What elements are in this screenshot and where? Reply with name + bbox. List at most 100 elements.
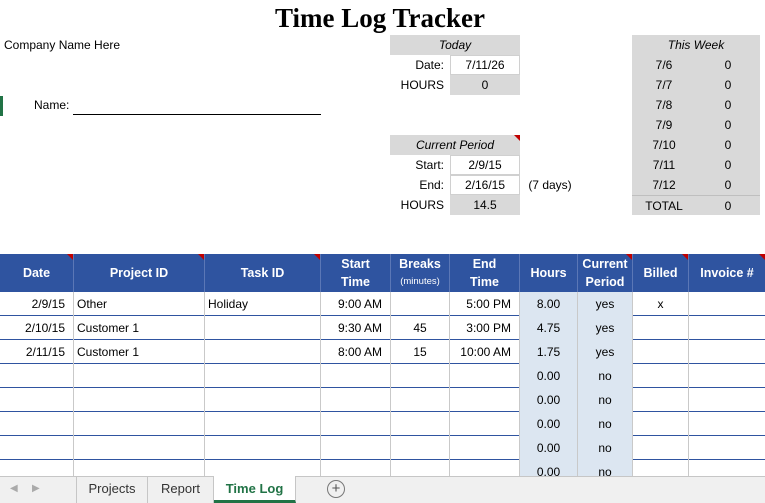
cell-task[interactable]: Holiday <box>205 292 321 316</box>
cell-end[interactable] <box>450 412 520 436</box>
col-header-end-time[interactable]: End Time <box>450 254 520 292</box>
cell-project[interactable] <box>74 388 205 412</box>
cell-current-period[interactable]: no <box>578 412 633 436</box>
cell-hours[interactable]: 0.00 <box>520 412 578 436</box>
cell-breaks[interactable]: 45 <box>391 316 450 340</box>
cell-task[interactable] <box>205 364 321 388</box>
comment-indicator-icon[interactable] <box>67 254 73 260</box>
period-hours-value[interactable]: 14.5 <box>450 195 520 215</box>
cell-start[interactable] <box>321 436 391 460</box>
cell-start[interactable]: 9:00 AM <box>321 292 391 316</box>
period-start-value[interactable]: 2/9/15 <box>450 155 520 175</box>
period-end-value[interactable]: 2/16/15 <box>450 175 520 195</box>
cell-hours[interactable]: 0.00 <box>520 436 578 460</box>
cell-end[interactable]: 3:00 PM <box>450 316 520 340</box>
cell-end[interactable] <box>450 388 520 412</box>
cell-billed[interactable] <box>633 316 689 340</box>
week-row[interactable]: 7/7 0 <box>632 75 760 95</box>
week-row[interactable]: 7/8 0 <box>632 95 760 115</box>
cell-project[interactable]: Customer 1 <box>74 316 205 340</box>
week-row[interactable]: 7/12 0 <box>632 175 760 195</box>
cell-invoice[interactable] <box>689 436 765 460</box>
cell-hours[interactable]: 4.75 <box>520 316 578 340</box>
comment-indicator-icon[interactable] <box>626 254 632 260</box>
week-total-row[interactable]: TOTAL 0 <box>632 195 760 215</box>
col-header-breaks[interactable]: Breaks (minutes) <box>391 254 450 292</box>
cell-invoice[interactable] <box>689 292 765 316</box>
cell-start[interactable] <box>321 412 391 436</box>
col-header-hours[interactable]: Hours <box>520 254 578 292</box>
col-header-current-period[interactable]: Current Period <box>578 254 633 292</box>
cell-project[interactable] <box>74 436 205 460</box>
cell-task[interactable] <box>205 388 321 412</box>
cell-invoice[interactable] <box>689 388 765 412</box>
cell-task[interactable] <box>205 340 321 364</box>
cell-date[interactable]: 2/10/15 <box>0 316 74 340</box>
cell-breaks[interactable] <box>391 364 450 388</box>
cell-current-period[interactable]: no <box>578 388 633 412</box>
cell-task[interactable] <box>205 412 321 436</box>
cell-project[interactable] <box>74 412 205 436</box>
today-hours-value[interactable]: 0 <box>450 75 520 95</box>
col-header-start-time[interactable]: Start Time <box>321 254 391 292</box>
week-row[interactable]: 7/10 0 <box>632 135 760 155</box>
cell-end[interactable] <box>450 364 520 388</box>
cell-invoice[interactable] <box>689 364 765 388</box>
cell-project[interactable]: Other <box>74 292 205 316</box>
cell-breaks[interactable] <box>391 436 450 460</box>
cell-breaks[interactable] <box>391 292 450 316</box>
col-header-invoice[interactable]: Invoice # <box>689 254 765 292</box>
cell-end[interactable]: 10:00 AM <box>450 340 520 364</box>
cell-current-period[interactable]: no <box>578 364 633 388</box>
tab-projects[interactable]: Projects <box>76 476 148 503</box>
col-header-billed[interactable]: Billed <box>633 254 689 292</box>
comment-indicator-icon[interactable] <box>759 254 765 260</box>
cell-breaks[interactable] <box>391 388 450 412</box>
cell-date[interactable] <box>0 388 74 412</box>
cell-date[interactable] <box>0 412 74 436</box>
cell-task[interactable] <box>205 436 321 460</box>
cell-breaks[interactable]: 15 <box>391 340 450 364</box>
cell-project[interactable] <box>74 364 205 388</box>
cell-date[interactable]: 2/11/15 <box>0 340 74 364</box>
cell-hours[interactable]: 0.00 <box>520 364 578 388</box>
cell-start[interactable] <box>321 388 391 412</box>
cell-invoice[interactable] <box>689 340 765 364</box>
scroll-right-icon[interactable]: ▶ <box>32 483 40 494</box>
cell-current-period[interactable]: yes <box>578 316 633 340</box>
cell-date[interactable] <box>0 364 74 388</box>
comment-indicator-icon[interactable] <box>314 254 320 260</box>
cell-task[interactable] <box>205 316 321 340</box>
cell-hours[interactable]: 0.00 <box>520 388 578 412</box>
cell-start[interactable]: 9:30 AM <box>321 316 391 340</box>
cell-billed[interactable] <box>633 340 689 364</box>
cell-billed[interactable] <box>633 436 689 460</box>
comment-indicator-icon[interactable] <box>198 254 204 260</box>
cell-date[interactable]: 2/9/15 <box>0 292 74 316</box>
cell-end[interactable]: 5:00 PM <box>450 292 520 316</box>
cell-current-period[interactable]: yes <box>578 292 633 316</box>
week-row[interactable]: 7/9 0 <box>632 115 760 135</box>
comment-indicator-icon[interactable] <box>682 254 688 260</box>
cell-current-period[interactable]: no <box>578 436 633 460</box>
cell-end[interactable] <box>450 436 520 460</box>
cell-billed[interactable] <box>633 388 689 412</box>
col-header-project-id[interactable]: Project ID <box>74 254 205 292</box>
name-input-line[interactable] <box>73 114 321 115</box>
cell-current-period[interactable]: yes <box>578 340 633 364</box>
col-header-task-id[interactable]: Task ID <box>205 254 321 292</box>
tab-time-log[interactable]: Time Log <box>214 476 296 503</box>
cell-breaks[interactable] <box>391 412 450 436</box>
cell-hours[interactable]: 1.75 <box>520 340 578 364</box>
cell-start[interactable]: 8:00 AM <box>321 340 391 364</box>
week-row[interactable]: 7/11 0 <box>632 155 760 175</box>
cell-billed[interactable] <box>633 364 689 388</box>
cell-billed[interactable] <box>633 412 689 436</box>
comment-indicator-icon[interactable] <box>514 135 520 141</box>
tab-report[interactable]: Report <box>148 476 214 503</box>
company-name[interactable]: Company Name Here <box>4 38 120 52</box>
scroll-left-icon[interactable]: ◀ <box>10 483 18 494</box>
col-header-date[interactable]: Date <box>0 254 74 292</box>
add-sheet-icon[interactable]: + <box>327 480 345 498</box>
today-date-value[interactable]: 7/11/26 <box>450 55 520 75</box>
